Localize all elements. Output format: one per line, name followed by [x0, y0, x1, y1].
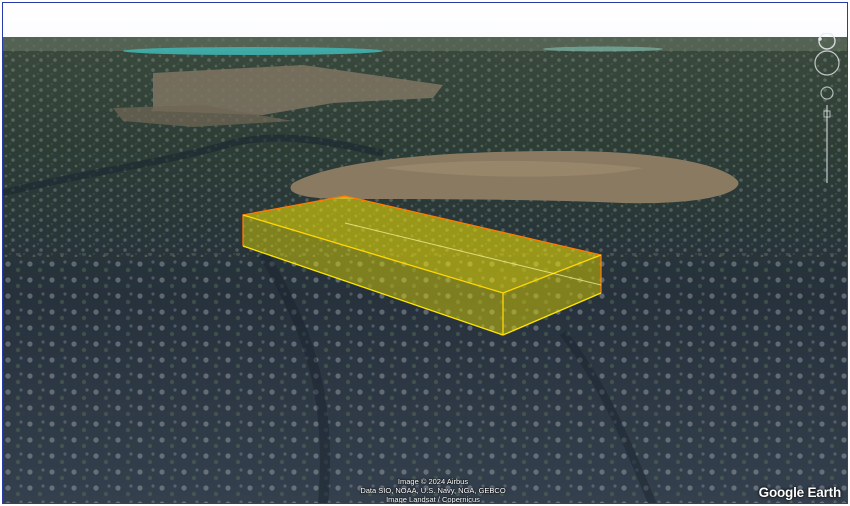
- navigation-controls[interactable]: [811, 33, 841, 193]
- distant-lake-2: [543, 46, 663, 52]
- attribution-line-1: Image © 2024 Airbus: [397, 477, 469, 486]
- google-earth-logo: Google Earth: [758, 485, 842, 500]
- compass-icon[interactable]: [818, 33, 836, 50]
- terrain-scene[interactable]: [3, 3, 848, 504]
- attribution-line-2: Data SIO, NOAA, U.S. Navy, NGA, GEBCO: [360, 486, 506, 495]
- zoom-slider-icon[interactable]: [823, 105, 831, 183]
- distant-lake: [123, 47, 383, 55]
- imagery-attribution: Image © 2024 Airbus Data SIO, NOAA, U.S.…: [333, 477, 533, 504]
- look-joystick-icon[interactable]: [814, 50, 840, 100]
- attribution-line-3: Image Landsat / Copernicus: [386, 495, 480, 504]
- horizon-haze: [3, 37, 847, 51]
- map-viewport[interactable]: Image © 2024 Airbus Data SIO, NOAA, U.S.…: [2, 2, 848, 504]
